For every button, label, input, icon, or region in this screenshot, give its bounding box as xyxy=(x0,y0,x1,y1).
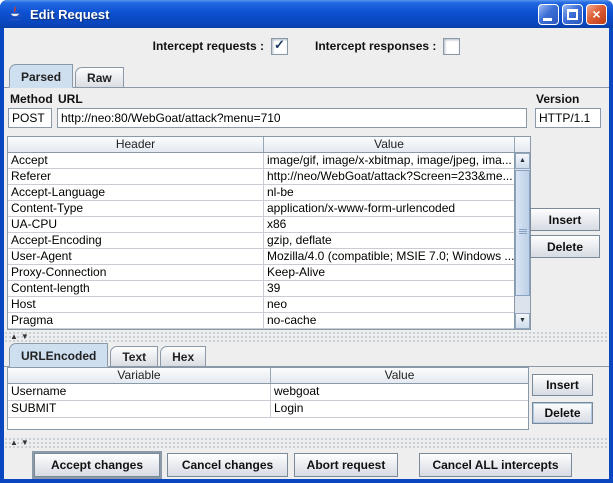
scroll-up-icon[interactable]: ▲ xyxy=(515,153,530,169)
table-row[interactable]: UA-CPU x86 xyxy=(8,217,514,233)
window-controls: × xyxy=(538,3,607,25)
table-row[interactable]: User-Agent Mozilla/4.0 (compatible; MSIE … xyxy=(8,249,514,265)
accept-changes-button[interactable]: Accept changes xyxy=(32,451,162,479)
tab-parsed[interactable]: Parsed xyxy=(9,64,74,88)
headers-delete-button[interactable]: Delete xyxy=(530,235,600,258)
tab-hex[interactable]: Hex xyxy=(160,346,207,366)
headers-insert-button[interactable]: Insert xyxy=(530,208,600,231)
minimize-button[interactable] xyxy=(538,3,559,25)
tab-text[interactable]: Text xyxy=(110,346,159,366)
intercept-options-row: Intercept requests : ✓ Intercept respons… xyxy=(4,37,609,55)
header-value-cell: Keep-Alive xyxy=(267,265,326,279)
intercept-responses-checkbox[interactable]: ✓ xyxy=(443,37,461,55)
minimize-icon xyxy=(543,17,552,21)
url-label: URL xyxy=(58,92,83,106)
request-tabstrip: Parsed Raw xyxy=(4,64,609,88)
table-row[interactable]: Host neo xyxy=(8,297,514,313)
header-name-cell: Host xyxy=(8,297,264,312)
splitter-collapse-down-icon[interactable]: ▼ xyxy=(21,333,29,341)
dialog-content: Intercept requests : ✓ Intercept respons… xyxy=(4,28,609,479)
maximize-icon xyxy=(567,8,578,20)
header-value-cell: http://neo/WebGoat/attack?Screen=233&me.… xyxy=(267,169,513,183)
header-name-cell: Accept-Encoding xyxy=(8,233,264,248)
table-row[interactable]: Content-length 39 xyxy=(8,281,514,297)
header-name-cell: Accept xyxy=(8,153,264,168)
header-name-cell: Pragma xyxy=(8,313,264,328)
variable-cell: Username xyxy=(8,384,271,400)
intercept-requests-label: Intercept requests : xyxy=(152,39,264,53)
body-tabstrip: URLEncoded Text Hex xyxy=(4,343,609,367)
header-value-cell: gzip, deflate xyxy=(267,233,332,247)
value-cell: Login xyxy=(274,401,304,415)
version-label: Version xyxy=(536,92,580,106)
header-name-cell: UA-CPU xyxy=(8,217,264,232)
header-name-cell: Referer xyxy=(8,169,264,184)
header-name-cell: Accept-Language xyxy=(8,185,264,200)
value-cell: webgoat xyxy=(274,384,320,398)
close-button[interactable]: × xyxy=(586,3,607,25)
header-value-cell: application/x-www-form-urlencoded xyxy=(267,201,456,215)
table-row[interactable]: Accept image/gif, image/x-xbitmap, image/… xyxy=(8,153,514,169)
variable-cell: SUBMIT xyxy=(8,401,271,417)
header-name-cell: Content-length xyxy=(8,281,264,296)
url-field[interactable] xyxy=(57,108,527,128)
params-table-head: Variable Value xyxy=(8,368,528,384)
table-row[interactable]: Referer http://neo/WebGoat/attack?Screen=… xyxy=(8,169,514,185)
table-corner xyxy=(515,137,530,152)
maximize-button[interactable] xyxy=(562,3,583,25)
column-header[interactable]: Value xyxy=(264,137,515,152)
scroll-down-icon[interactable]: ▼ xyxy=(515,313,530,329)
intercept-responses-label: Intercept responses : xyxy=(315,39,437,53)
edit-request-window: Edit Request × Intercept requests : ✓ In… xyxy=(0,0,613,483)
header-name-cell: Content-Type xyxy=(8,201,264,216)
splitter-divider[interactable]: ▲ ▼ xyxy=(4,331,609,343)
splitter-collapse-up-icon[interactable]: ▲ xyxy=(10,439,18,447)
header-value-cell: 39 xyxy=(267,281,281,295)
version-field[interactable] xyxy=(535,108,601,128)
table-row[interactable]: Content-Type application/x-www-form-urlen… xyxy=(8,201,514,217)
table-row[interactable]: Username webgoat xyxy=(8,384,528,401)
splitter-divider[interactable]: ▲ ▼ xyxy=(4,437,609,449)
headers-table: Header Value Accept image/gif, image/x-xb… xyxy=(7,136,531,330)
params-table-body: Username webgoat SUBMIT Login xyxy=(8,384,528,429)
window-title: Edit Request xyxy=(30,6,110,22)
intercept-requests-checkbox[interactable]: ✓ xyxy=(271,37,288,55)
scrollbar-thumb[interactable] xyxy=(515,170,530,296)
header-value-cell: no-cache xyxy=(267,313,317,327)
header-name-cell: User-Agent xyxy=(8,249,264,264)
header-name-cell: Proxy-Connection xyxy=(8,265,264,280)
table-row[interactable]: Accept-Language nl-be xyxy=(8,185,514,201)
abort-request-button[interactable]: Abort request xyxy=(294,453,398,477)
java-cup-icon xyxy=(9,6,22,21)
check-icon: ✓ xyxy=(274,37,285,52)
column-header[interactable]: Variable xyxy=(8,368,271,383)
splitter-collapse-up-icon[interactable]: ▲ xyxy=(10,333,18,341)
table-row[interactable]: Accept-Encoding gzip, deflate xyxy=(8,233,514,249)
tab-raw[interactable]: Raw xyxy=(75,67,124,87)
params-delete-button[interactable]: Delete xyxy=(532,402,593,424)
table-row[interactable]: Pragma no-cache xyxy=(8,313,514,329)
header-value-cell: nl-be xyxy=(267,185,294,199)
headers-table-body: Accept image/gif, image/x-xbitmap, image/… xyxy=(8,153,514,329)
splitter-collapse-down-icon[interactable]: ▼ xyxy=(21,439,29,447)
table-row[interactable]: Proxy-Connection Keep-Alive xyxy=(8,265,514,281)
column-header[interactable]: Value xyxy=(271,368,528,383)
table-row[interactable]: SUBMIT Login xyxy=(8,401,528,418)
vertical-scrollbar[interactable]: ▲ ▼ xyxy=(514,153,530,329)
cancel-changes-button[interactable]: Cancel changes xyxy=(167,453,288,477)
params-insert-button[interactable]: Insert xyxy=(532,374,593,396)
method-label: Method xyxy=(10,92,53,106)
params-table: Variable Value Username webgoat SUBMIT Log… xyxy=(7,367,529,430)
method-field[interactable] xyxy=(8,108,52,128)
header-value-cell: x86 xyxy=(267,217,287,231)
column-header[interactable]: Header xyxy=(8,137,264,152)
headers-table-head: Header Value xyxy=(8,137,530,153)
cancel-all-intercepts-button[interactable]: Cancel ALL intercepts xyxy=(419,453,572,477)
titlebar[interactable]: Edit Request × xyxy=(0,0,613,28)
header-value-cell: Mozilla/4.0 (compatible; MSIE 7.0; Windo… xyxy=(267,249,514,263)
tab-urlencoded[interactable]: URLEncoded xyxy=(9,343,109,367)
header-value-cell: image/gif, image/x-xbitmap, image/jpeg, … xyxy=(267,153,512,167)
header-value-cell: neo xyxy=(267,297,288,311)
